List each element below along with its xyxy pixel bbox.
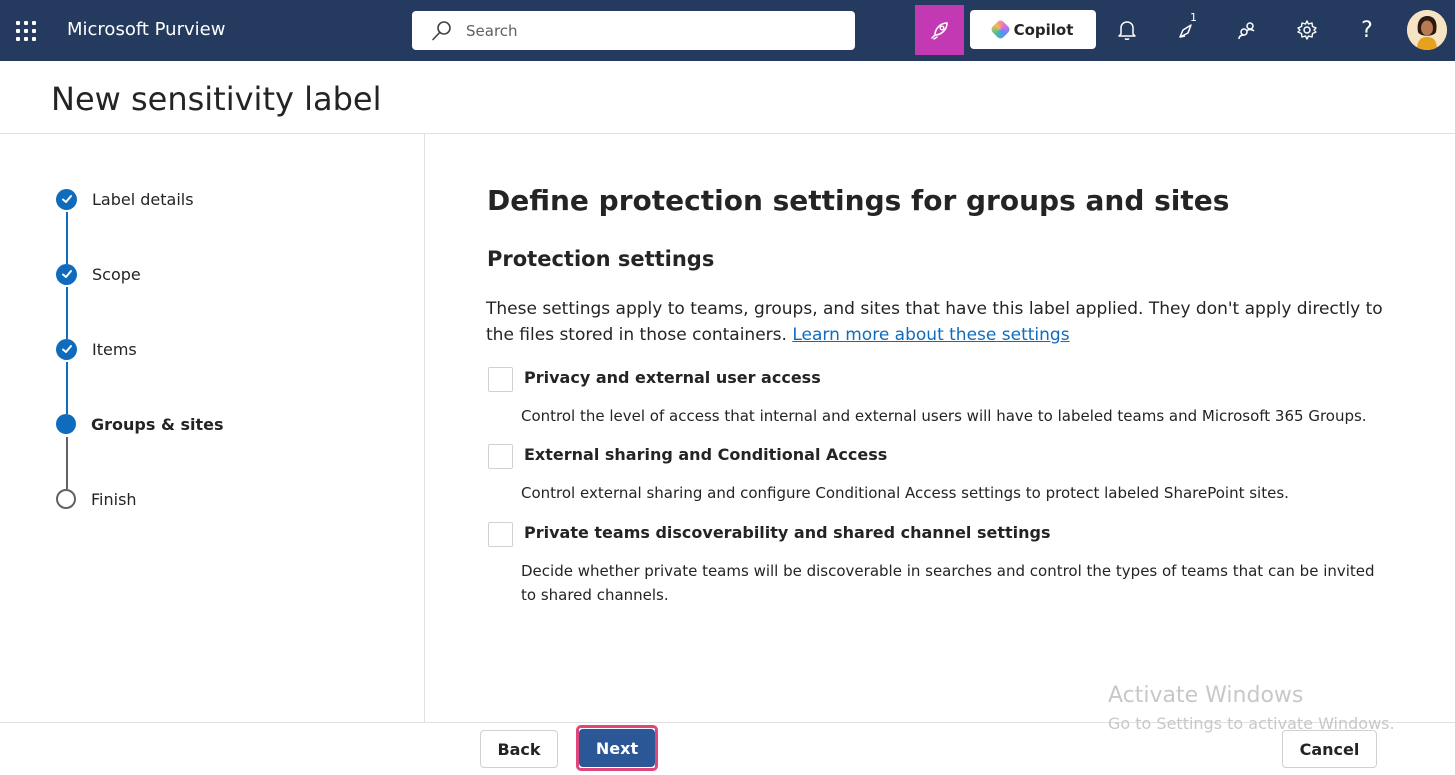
step-label: Items <box>92 339 137 359</box>
avatar[interactable] <box>1407 10 1447 50</box>
bell-icon <box>1118 21 1136 40</box>
main-content: Define protection settings for groups an… <box>426 134 1455 722</box>
app-title[interactable]: Microsoft Purview <box>67 19 225 40</box>
step-connector <box>66 437 68 489</box>
notification-badge: 1 <box>1190 11 1197 24</box>
community-button[interactable] <box>1233 16 1261 44</box>
people-icon <box>1238 22 1255 40</box>
privacy-access-checkbox[interactable] <box>488 367 513 392</box>
search-input[interactable] <box>466 19 836 43</box>
next-button[interactable]: Next <box>579 729 655 767</box>
step-connector <box>66 287 68 339</box>
learn-more-link[interactable]: Learn more about these settings <box>792 325 1069 345</box>
step-connector <box>66 362 68 414</box>
copilot-icon <box>989 18 1011 41</box>
step-finish[interactable]: Finish <box>56 488 137 510</box>
private-teams-checkbox[interactable] <box>488 522 513 547</box>
check-icon <box>56 188 77 210</box>
search-icon <box>432 21 451 41</box>
section-heading: Protection settings <box>487 247 715 271</box>
option-description: Decide whether private teams will be dis… <box>521 562 1375 604</box>
pending-step-icon <box>56 489 76 509</box>
option-title[interactable]: External sharing and Conditional Access <box>524 444 887 466</box>
page-title: New sensitivity label <box>51 80 382 118</box>
search-box[interactable] <box>412 11 855 50</box>
copilot-button[interactable]: Copilot <box>970 10 1096 49</box>
settings-button[interactable] <box>1293 16 1321 44</box>
step-label: Finish <box>91 489 137 509</box>
check-icon <box>56 338 77 360</box>
main-heading: Define protection settings for groups an… <box>487 184 1230 217</box>
step-label: Label details <box>92 189 194 209</box>
check-icon <box>56 263 77 285</box>
notifications-button[interactable] <box>1113 16 1141 44</box>
external-sharing-checkbox[interactable] <box>488 444 513 469</box>
help-button[interactable]: ? <box>1353 16 1381 44</box>
page-header: New sensitivity label <box>0 61 1455 134</box>
option-title[interactable]: Privacy and external user access <box>524 367 821 389</box>
wizard-footer: Back Next Cancel <box>0 722 1455 775</box>
step-connector <box>66 212 68 264</box>
step-label-details[interactable]: Label details <box>56 188 194 210</box>
option-private-teams: Private teams discoverability and shared… <box>488 522 1398 606</box>
option-external-sharing: External sharing and Conditional Access … <box>488 444 1398 504</box>
copilot-label: Copilot <box>1013 20 1074 39</box>
step-scope[interactable]: Scope <box>56 263 141 285</box>
intro-text: These settings apply to teams, groups, a… <box>486 296 1396 348</box>
back-button[interactable]: Back <box>480 730 558 768</box>
step-groups-sites[interactable]: Groups & sites <box>56 413 224 435</box>
top-bar: Microsoft Purview Copilot 1 <box>0 0 1455 61</box>
step-items[interactable]: Items <box>56 338 137 360</box>
step-label: Scope <box>92 264 141 284</box>
option-description: Control external sharing and configure C… <box>521 484 1289 502</box>
step-label: Groups & sites <box>91 414 224 434</box>
current-step-icon <box>56 414 76 434</box>
wizard-stepper: Label details Scope Items Groups & sites… <box>0 134 425 722</box>
cancel-button[interactable]: Cancel <box>1282 730 1377 768</box>
rocket-icon <box>930 22 948 40</box>
help-icon: ? <box>1361 17 1373 43</box>
option-description: Control the level of access that interna… <box>521 407 1367 425</box>
whats-new-button[interactable]: 1 <box>1173 11 1201 44</box>
waffle-icon[interactable] <box>14 19 38 43</box>
gear-icon <box>1297 20 1317 40</box>
option-title[interactable]: Private teams discoverability and shared… <box>524 522 1051 544</box>
option-privacy-external-access: Privacy and external user access Control… <box>488 367 1398 427</box>
rocket-button[interactable] <box>915 5 964 55</box>
avatar-image <box>1407 10 1447 50</box>
next-button-highlight: Next <box>576 725 658 771</box>
